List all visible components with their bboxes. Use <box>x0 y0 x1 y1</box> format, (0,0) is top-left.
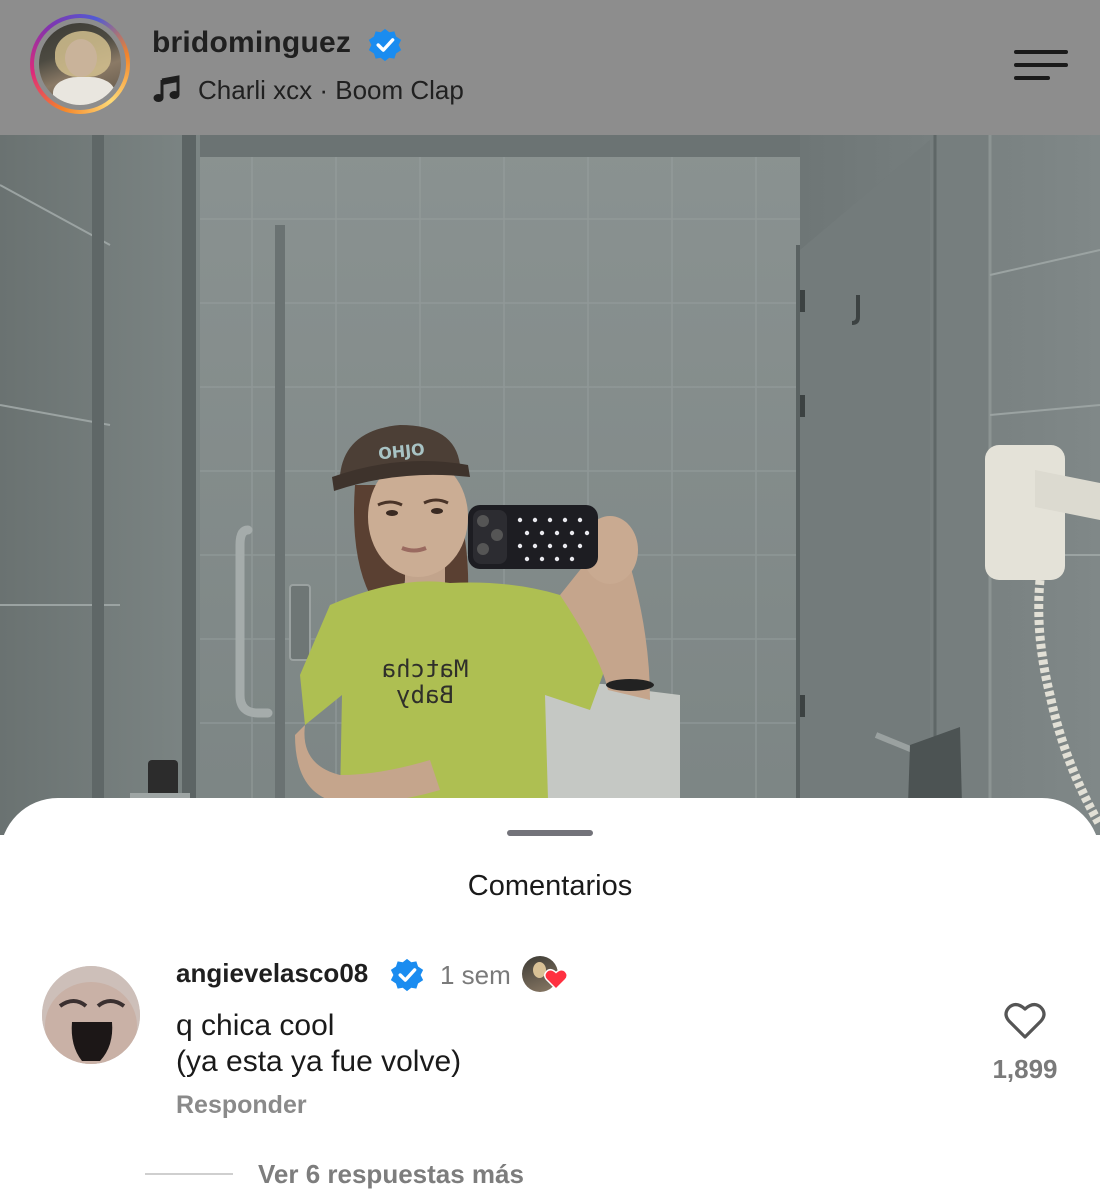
shirt-text-2: Baby <box>396 681 454 709</box>
menu-icon[interactable] <box>1012 48 1070 82</box>
comments-title: Comentarios <box>467 870 633 902</box>
comment-text: q chica cool (ya esta ya fue volve) <box>176 1008 461 1080</box>
author-avatar[interactable] <box>30 14 130 114</box>
comment-text-line1: q chica cool <box>176 1009 335 1042</box>
replies-divider <box>145 1173 233 1175</box>
sheet-drag-handle[interactable] <box>507 830 593 836</box>
post-photo[interactable]: OHJO Matcha Baby <box>0 135 1100 835</box>
shirt-text-1: Matcha <box>382 655 469 683</box>
commenter-username[interactable]: angievelasco08 <box>176 958 368 989</box>
author-username[interactable]: bridominguez <box>152 26 351 60</box>
comment-timestamp: 1 sem <box>440 960 511 990</box>
heart-filled-icon <box>544 969 568 990</box>
music-note-icon <box>153 75 180 102</box>
post-header: bridominguez Charli xcx · Boom Clap <box>0 0 1100 135</box>
comment-text-line2: (ya esta ya fue volve) <box>176 1045 462 1078</box>
comments-sheet: Comentarios angievelasco08 1 sem q chica… <box>0 798 1100 1200</box>
commenter-avatar[interactable] <box>42 966 140 1064</box>
verified-badge-icon <box>390 958 424 992</box>
view-replies-button[interactable]: Ver 6 respuestas más <box>258 1159 524 1190</box>
verified-badge-icon <box>368 28 402 62</box>
comment-like-count: 1,899 <box>992 1054 1058 1084</box>
reply-button[interactable]: Responder <box>176 1091 307 1120</box>
heart-icon[interactable] <box>1003 1000 1047 1040</box>
post-music-label[interactable]: Charli xcx · Boom Clap <box>198 75 464 106</box>
liked-by-author <box>522 954 570 994</box>
